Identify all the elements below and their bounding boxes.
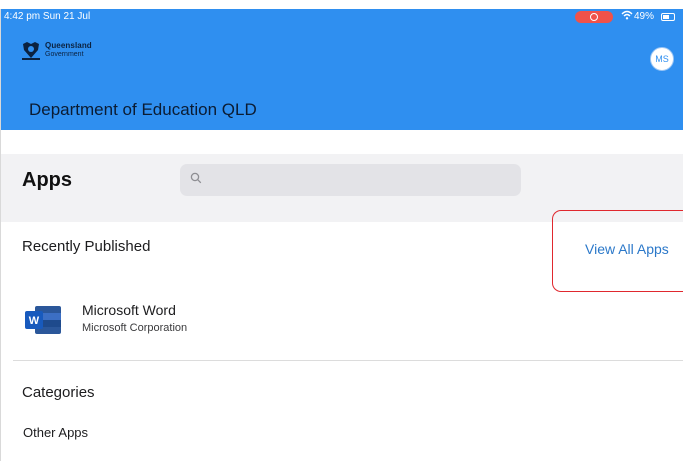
app-publisher: Microsoft Corporation (82, 322, 188, 334)
search-input[interactable] (208, 170, 512, 192)
organization-title: Department of Education QLD (29, 100, 257, 119)
search-bar[interactable] (180, 164, 521, 196)
battery-icon (661, 13, 675, 21)
status-time: 4:42 pm Sun 21 Jul (4, 11, 91, 22)
logo-title: Queensland (45, 41, 92, 50)
category-item-other-apps[interactable]: Other Apps (23, 425, 88, 440)
screen-recording-icon[interactable] (575, 11, 613, 23)
search-icon (190, 172, 202, 184)
microsoft-word-icon: W (25, 306, 61, 334)
list-item[interactable]: W Microsoft Word Microsoft Corporation (1, 289, 683, 359)
queensland-government-logo: Queensland Government (20, 39, 116, 65)
battery-percent: 49% (634, 11, 655, 22)
app-frame: 4:42 pm Sun 21 Jul 49% Queensland Govern… (0, 9, 683, 461)
header: 4:42 pm Sun 21 Jul 49% Queensland Govern… (1, 9, 683, 130)
view-all-apps-link[interactable]: View All Apps (585, 241, 669, 257)
logo-subtitle: Government (45, 51, 84, 58)
wifi-icon (621, 10, 633, 23)
recently-published-heading: Recently Published (22, 238, 151, 255)
divider (13, 360, 683, 361)
status-bar: 4:42 pm Sun 21 Jul 49% (1, 9, 683, 25)
user-avatar[interactable]: MS (650, 47, 674, 71)
coat-of-arms-icon (22, 42, 40, 60)
app-name[interactable]: Microsoft Word (82, 302, 176, 318)
page-title: Apps (22, 169, 72, 191)
categories-heading: Categories (22, 384, 95, 401)
svg-text:W: W (29, 315, 40, 327)
